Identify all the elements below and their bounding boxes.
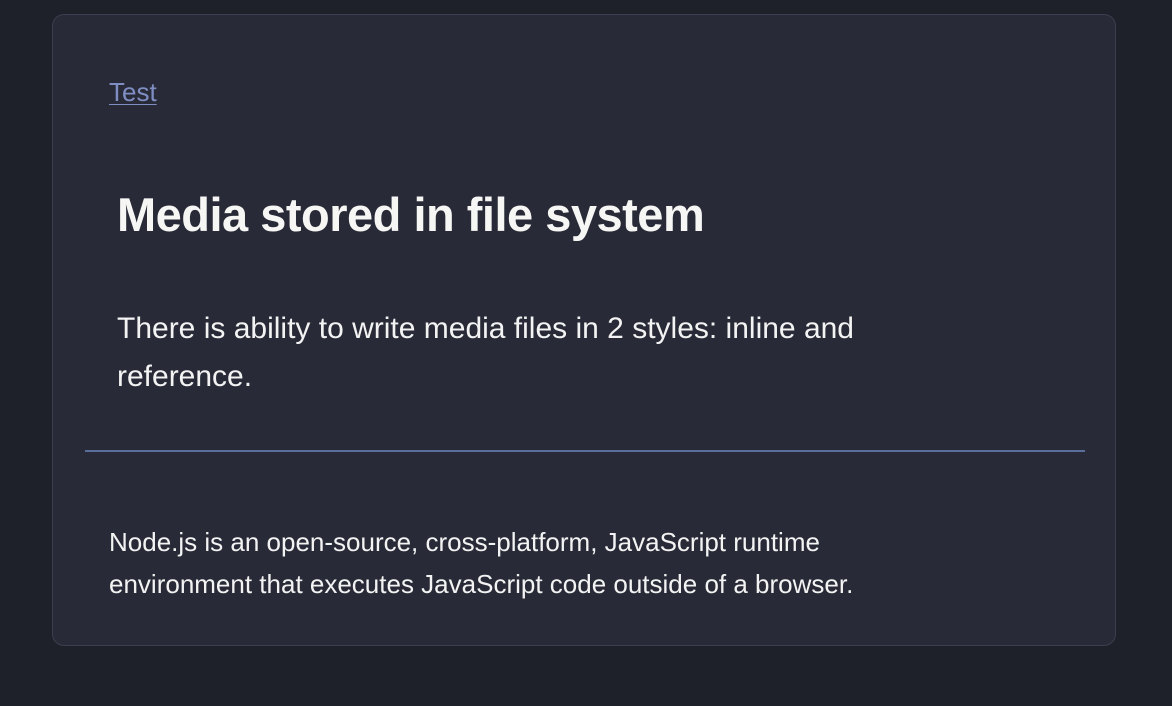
test-link[interactable]: Test [109,77,157,107]
footer-text: Node.js is an open-source, cross-platfor… [109,527,854,599]
page-title: Media stored in file system [117,188,705,241]
description-text: There is ability to write media files in… [117,312,854,393]
divider [85,450,1085,452]
content-card: Test Media stored in file system There i… [52,14,1116,646]
